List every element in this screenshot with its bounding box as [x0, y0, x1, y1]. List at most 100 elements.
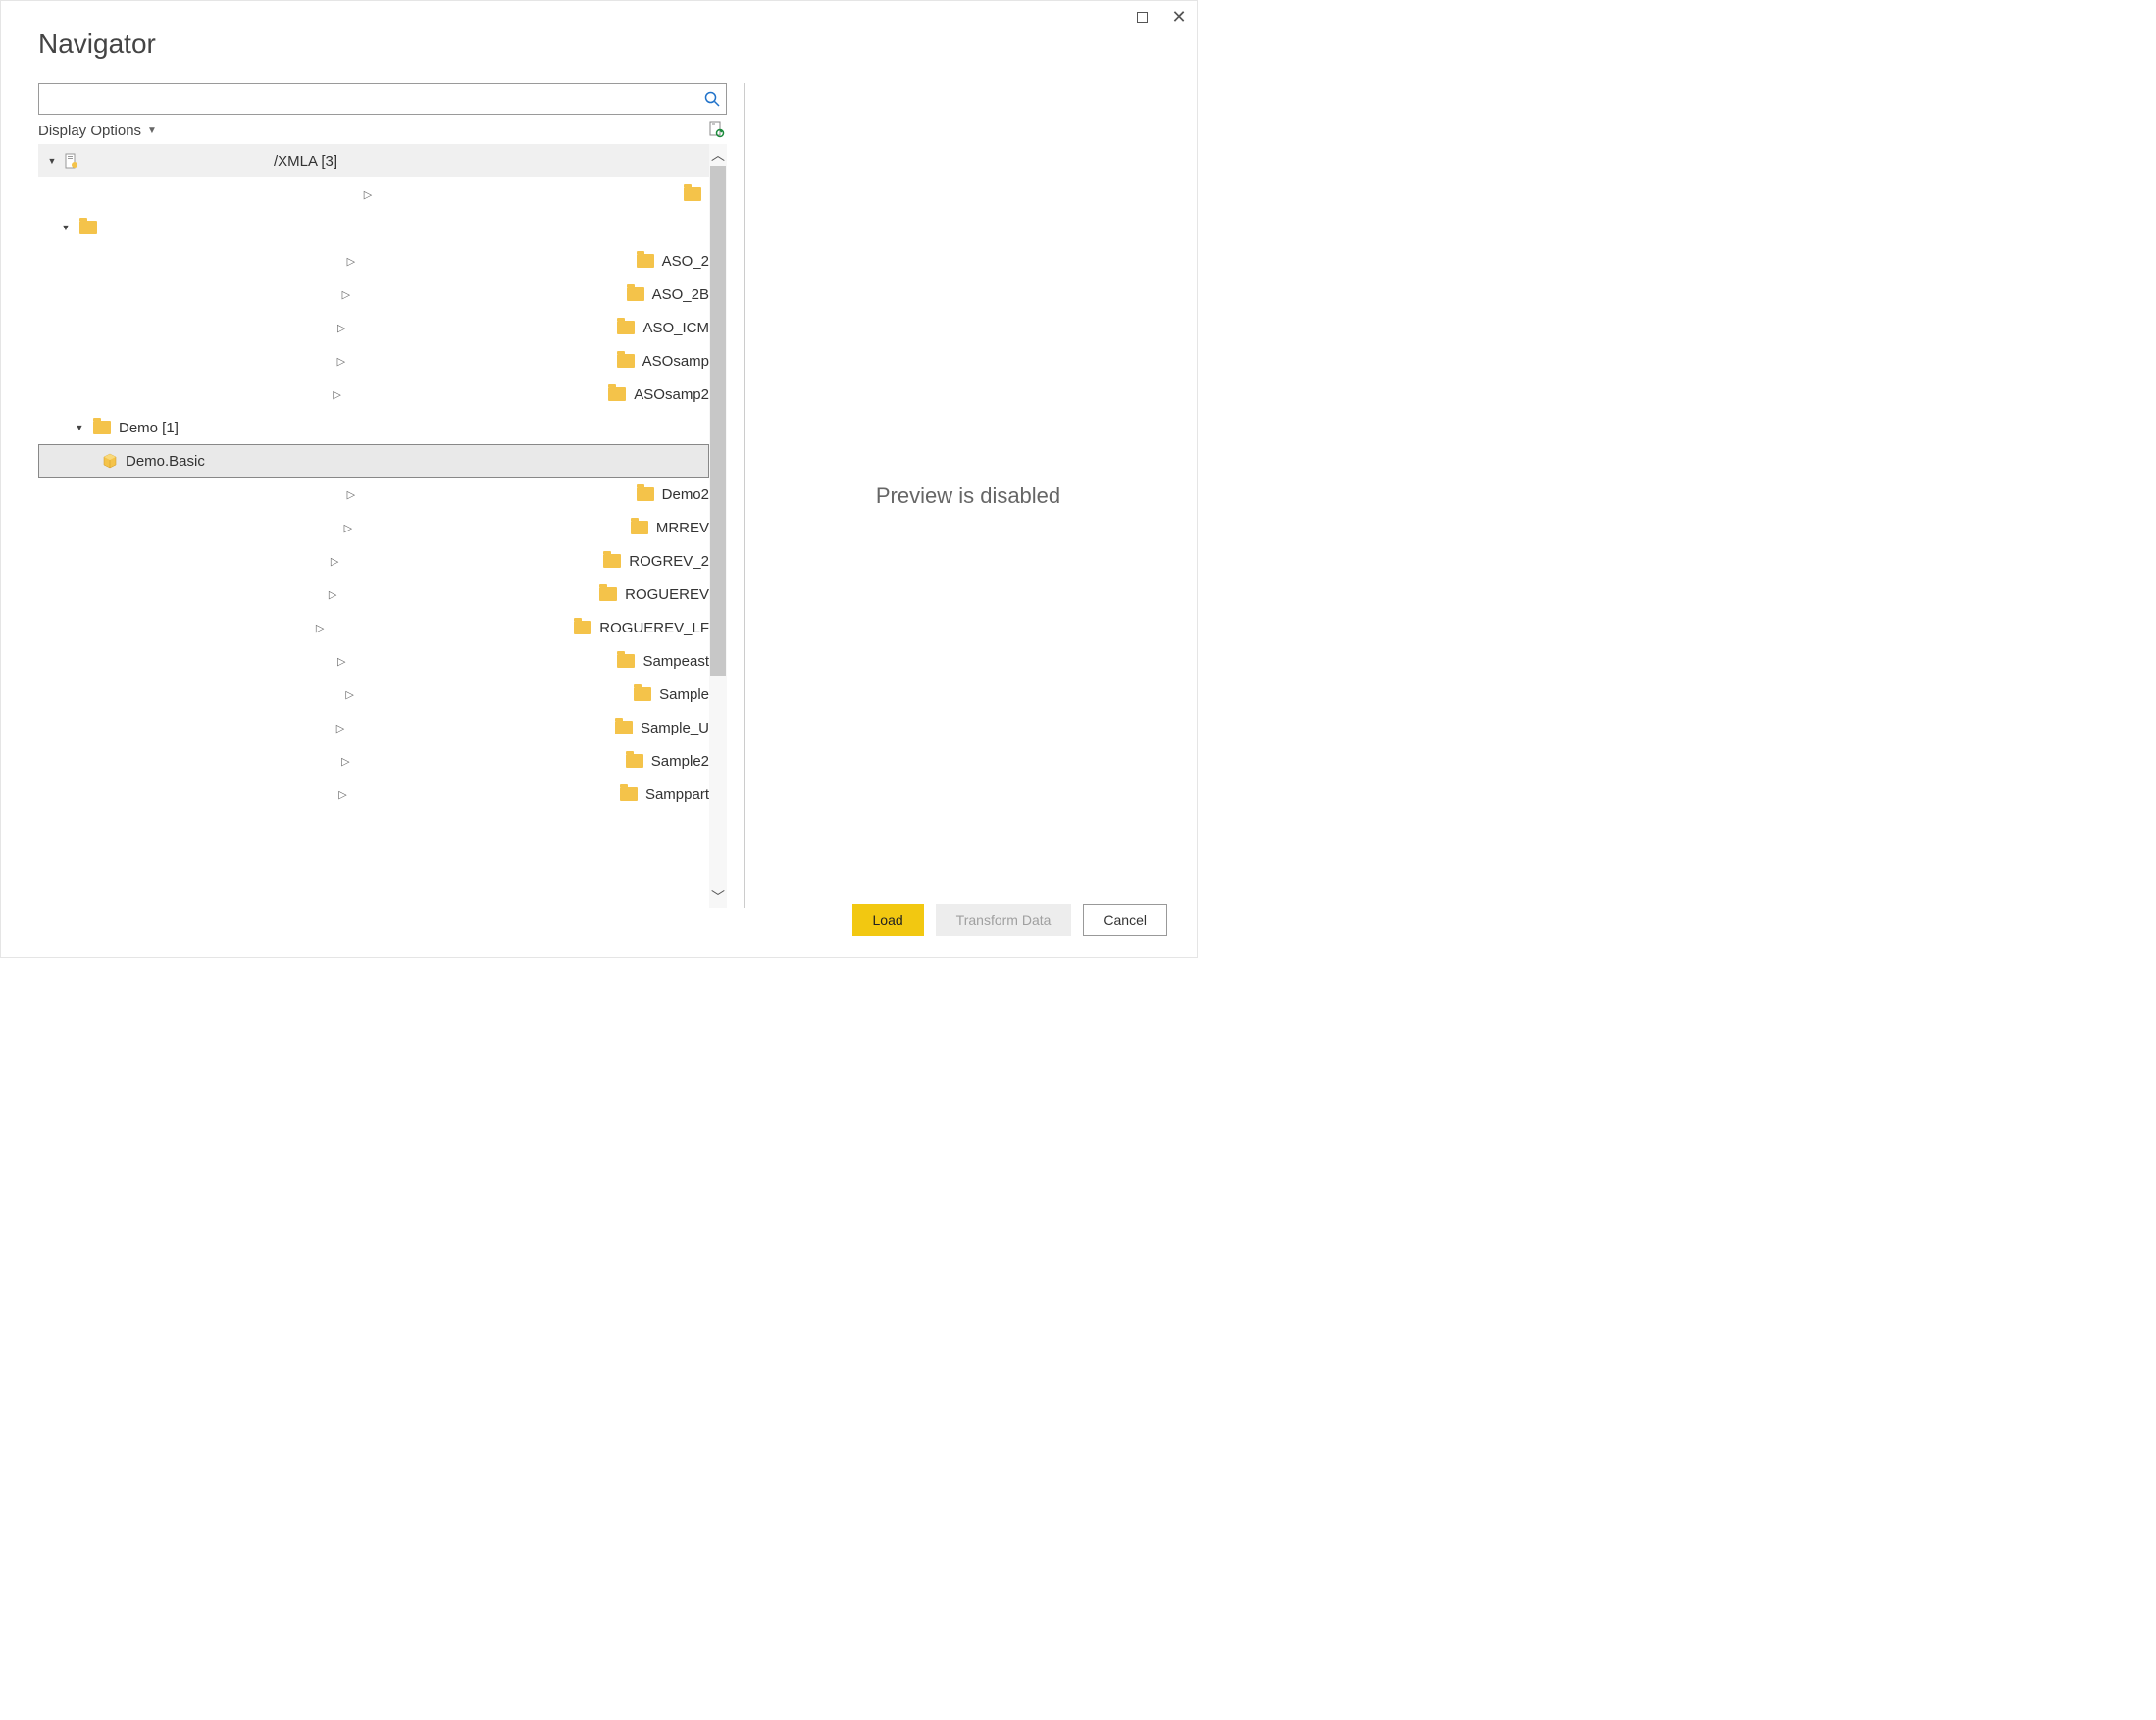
expand-icon[interactable]	[74, 355, 609, 368]
tree-item-label: ASO_2B	[652, 286, 709, 303]
tree-item-sampeast[interactable]: Sampeast	[38, 644, 709, 678]
tree-item-demo2[interactable]: Demo2	[38, 478, 709, 511]
tree-item-label: Sample_U	[641, 720, 709, 736]
load-button[interactable]: Load	[852, 904, 924, 936]
expand-icon[interactable]	[74, 722, 607, 734]
scroll-down-icon[interactable]: ﹀	[709, 886, 727, 908]
folder-icon	[617, 654, 635, 668]
tree-item-demo[interactable]: Demo [1]	[38, 411, 709, 444]
close-icon: ✕	[1171, 8, 1186, 25]
expand-icon[interactable]	[74, 522, 623, 534]
square-icon	[1137, 12, 1148, 23]
toolbar: Display Options ▼	[38, 115, 727, 142]
folder-icon	[684, 187, 701, 201]
tree-item-aso2b[interactable]: ASO_2B	[38, 278, 709, 311]
cancel-button[interactable]: Cancel	[1083, 904, 1167, 936]
expand-icon[interactable]	[74, 788, 612, 801]
tree-item-sampleu[interactable]: Sample_U	[38, 711, 709, 744]
tree-item-label: Sample2	[651, 753, 709, 770]
folder-icon	[620, 787, 638, 801]
tree-item-label: MRREV	[656, 520, 709, 536]
expand-icon[interactable]	[60, 222, 72, 233]
chevron-down-icon: ▼	[147, 126, 157, 136]
tree-root[interactable]: /XMLA [3]	[38, 144, 709, 177]
tree-root-label: /XMLA [3]	[274, 153, 337, 170]
folder-icon	[603, 554, 621, 568]
expand-icon[interactable]	[74, 288, 619, 301]
search-icon	[704, 91, 720, 107]
close-button[interactable]: ✕	[1171, 9, 1187, 25]
tree-item-label: Samppart	[645, 786, 709, 803]
expand-icon[interactable]	[74, 688, 626, 701]
left-panel: Display Options ▼ /XMLA [3]	[38, 83, 727, 908]
display-options-dropdown[interactable]: Display Options ▼	[38, 123, 157, 139]
folder-icon	[617, 354, 635, 368]
search-box[interactable]	[38, 83, 727, 115]
panel-divider	[744, 83, 745, 908]
window-controls: ✕	[1134, 9, 1187, 25]
tree-item-aso2[interactable]: ASO_2	[38, 244, 709, 278]
tree-item-roguerev[interactable]: ROGUEREV	[38, 578, 709, 611]
tree-item-label: Sampeast	[642, 653, 709, 670]
expand-icon[interactable]	[74, 588, 591, 601]
scroll-up-icon[interactable]: ︿	[709, 144, 727, 166]
tree-item-asosamp[interactable]: ASOsamp	[38, 344, 709, 378]
expand-icon[interactable]	[74, 622, 566, 634]
tree: /XMLA [3] ASO_2 AS	[38, 144, 709, 908]
folder-icon	[634, 687, 651, 701]
expand-icon[interactable]	[74, 322, 609, 334]
tree-item-demo-basic[interactable]: Demo.Basic	[38, 444, 709, 478]
scrollbar[interactable]: ︿ ﹀	[709, 144, 727, 908]
tree-item-label: ASOsamp	[642, 353, 709, 370]
preview-message: Preview is disabled	[876, 483, 1060, 509]
folder-icon	[574, 621, 591, 634]
tree-item-roguerevlf[interactable]: ROGUEREV_LF	[38, 611, 709, 644]
expand-icon[interactable]	[74, 388, 600, 401]
folder-icon	[637, 487, 654, 501]
tree-item-rogrev2[interactable]: ROGREV_2	[38, 544, 709, 578]
expand-icon[interactable]	[74, 422, 85, 433]
folder-icon	[599, 587, 617, 601]
expand-icon[interactable]	[74, 655, 609, 668]
expand-icon[interactable]	[74, 555, 595, 568]
display-options-label: Display Options	[38, 123, 141, 139]
search-button[interactable]	[698, 91, 726, 107]
tree-item-label: ASO_ICM	[642, 320, 709, 336]
expand-icon[interactable]	[74, 255, 629, 268]
tree-item[interactable]	[38, 211, 709, 244]
tree-item-sample2[interactable]: Sample2	[38, 744, 709, 778]
maximize-button[interactable]	[1134, 9, 1150, 25]
database-icon	[64, 153, 79, 169]
content: Display Options ▼ /XMLA [3]	[1, 60, 1197, 908]
tree-item-mrrev[interactable]: MRREV	[38, 511, 709, 544]
folder-icon	[615, 721, 633, 734]
refresh-button[interactable]	[707, 121, 727, 140]
tree-item-label: Demo.Basic	[126, 453, 205, 470]
folder-icon	[79, 221, 97, 234]
tree-item[interactable]	[38, 177, 709, 211]
cube-icon	[102, 453, 118, 469]
refresh-icon	[707, 121, 725, 138]
transform-data-button: Transform Data	[936, 904, 1072, 936]
expand-icon[interactable]	[74, 755, 618, 768]
scroll-thumb[interactable]	[710, 166, 726, 676]
tree-item-asoicm[interactable]: ASO_ICM	[38, 311, 709, 344]
tree-item-label: ASOsamp2	[634, 386, 709, 403]
folder-icon	[93, 421, 111, 434]
expand-icon[interactable]	[60, 188, 676, 201]
tree-item-label: ROGUEREV	[625, 586, 709, 603]
search-input[interactable]	[39, 91, 698, 107]
tree-container: /XMLA [3] ASO_2 AS	[38, 144, 727, 908]
folder-icon	[608, 387, 626, 401]
tree-item-asosamp2[interactable]: ASOsamp2	[38, 378, 709, 411]
tree-item-samppart[interactable]: Samppart	[38, 778, 709, 811]
navigator-window: ✕ Navigator Display Options ▼	[0, 0, 1198, 958]
preview-panel: Preview is disabled	[769, 83, 1167, 908]
expand-icon[interactable]	[46, 155, 58, 167]
expand-icon[interactable]	[74, 488, 629, 501]
tree-item-sample[interactable]: Sample	[38, 678, 709, 711]
folder-icon	[626, 754, 643, 768]
tree-item-label: ROGUEREV_LF	[599, 620, 709, 636]
page-title: Navigator	[1, 1, 1197, 60]
folder-icon	[627, 287, 644, 301]
